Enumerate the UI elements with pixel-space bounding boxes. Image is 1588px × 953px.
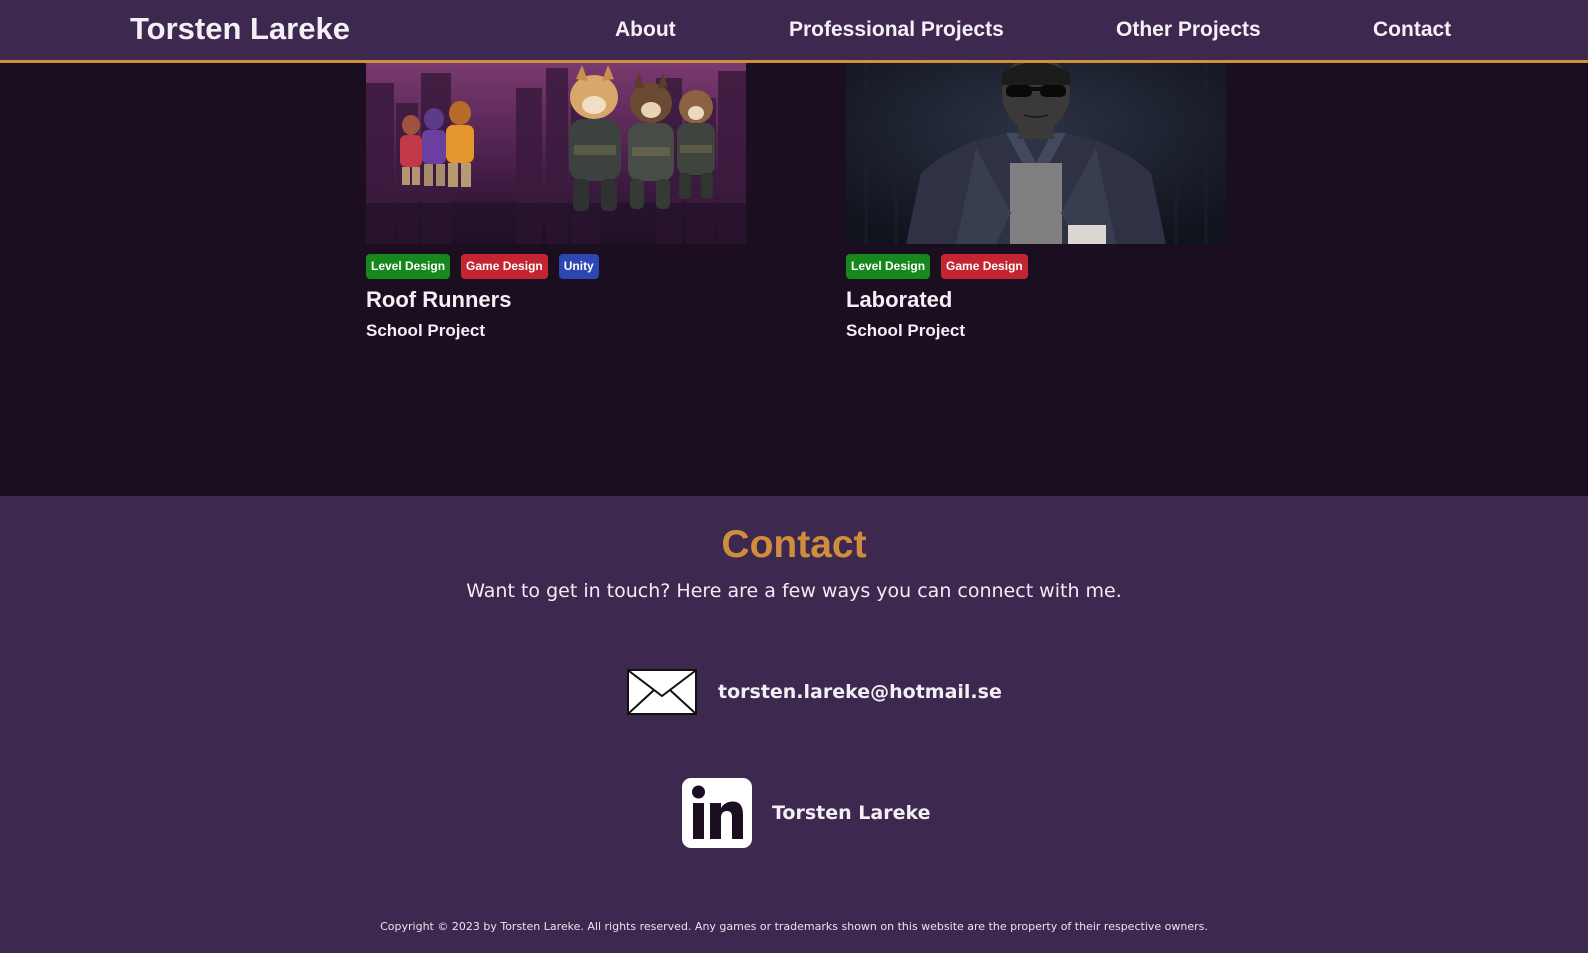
project-title[interactable]: Laborated [846,287,952,313]
nav-contact[interactable]: Contact [1373,18,1451,42]
tag-level-design[interactable]: Level Design [366,254,451,279]
nav-about[interactable]: About [615,18,676,42]
contact-email-row[interactable]: torsten.lareke@hotmail.se [627,669,1002,715]
tag-game-design[interactable]: Game Design [941,254,1028,279]
nav-professional-projects[interactable]: Professional Projects [789,18,1004,42]
tag-level-design[interactable]: Level Design [846,254,931,279]
contact-linkedin[interactable]: Torsten Lareke [772,802,930,824]
envelope-icon [627,669,697,715]
project-tags: Level Design Game Design [846,254,1028,279]
project-subtitle: School Project [846,321,966,340]
project-subtitle: School Project [366,321,486,340]
contact-email[interactable]: torsten.lareke@hotmail.se [718,681,1002,703]
footer-copyright: Copyright © 2023 by Torsten Lareke. All … [380,920,1208,933]
project-image-laborated[interactable] [846,63,1226,244]
contact-section: Contact Want to get in touch? Here are a… [0,496,1588,953]
projects-section: Level Design Game Design Unity Roof Runn… [0,63,1588,496]
site-header: Torsten Lareke About Professional Projec… [0,0,1588,63]
contact-heading: Contact [721,523,867,566]
project-tags: Level Design Game Design Unity [366,254,599,279]
site-brand[interactable]: Torsten Lareke [130,11,350,47]
linkedin-icon [682,778,752,848]
project-title[interactable]: Roof Runners [366,287,511,313]
nav-other-projects[interactable]: Other Projects [1116,18,1261,42]
contact-linkedin-row[interactable]: Torsten Lareke [682,778,930,848]
project-card-laborated[interactable]: Level Design Game Design Laborated Schoo… [846,63,1226,340]
tag-unity[interactable]: Unity [558,254,599,279]
tag-game-design[interactable]: Game Design [461,254,548,279]
project-image-roof-runners[interactable] [366,63,746,244]
contact-intro: Want to get in touch? Here are a few way… [466,580,1122,602]
project-card-roof-runners[interactable]: Level Design Game Design Unity Roof Runn… [366,63,746,340]
